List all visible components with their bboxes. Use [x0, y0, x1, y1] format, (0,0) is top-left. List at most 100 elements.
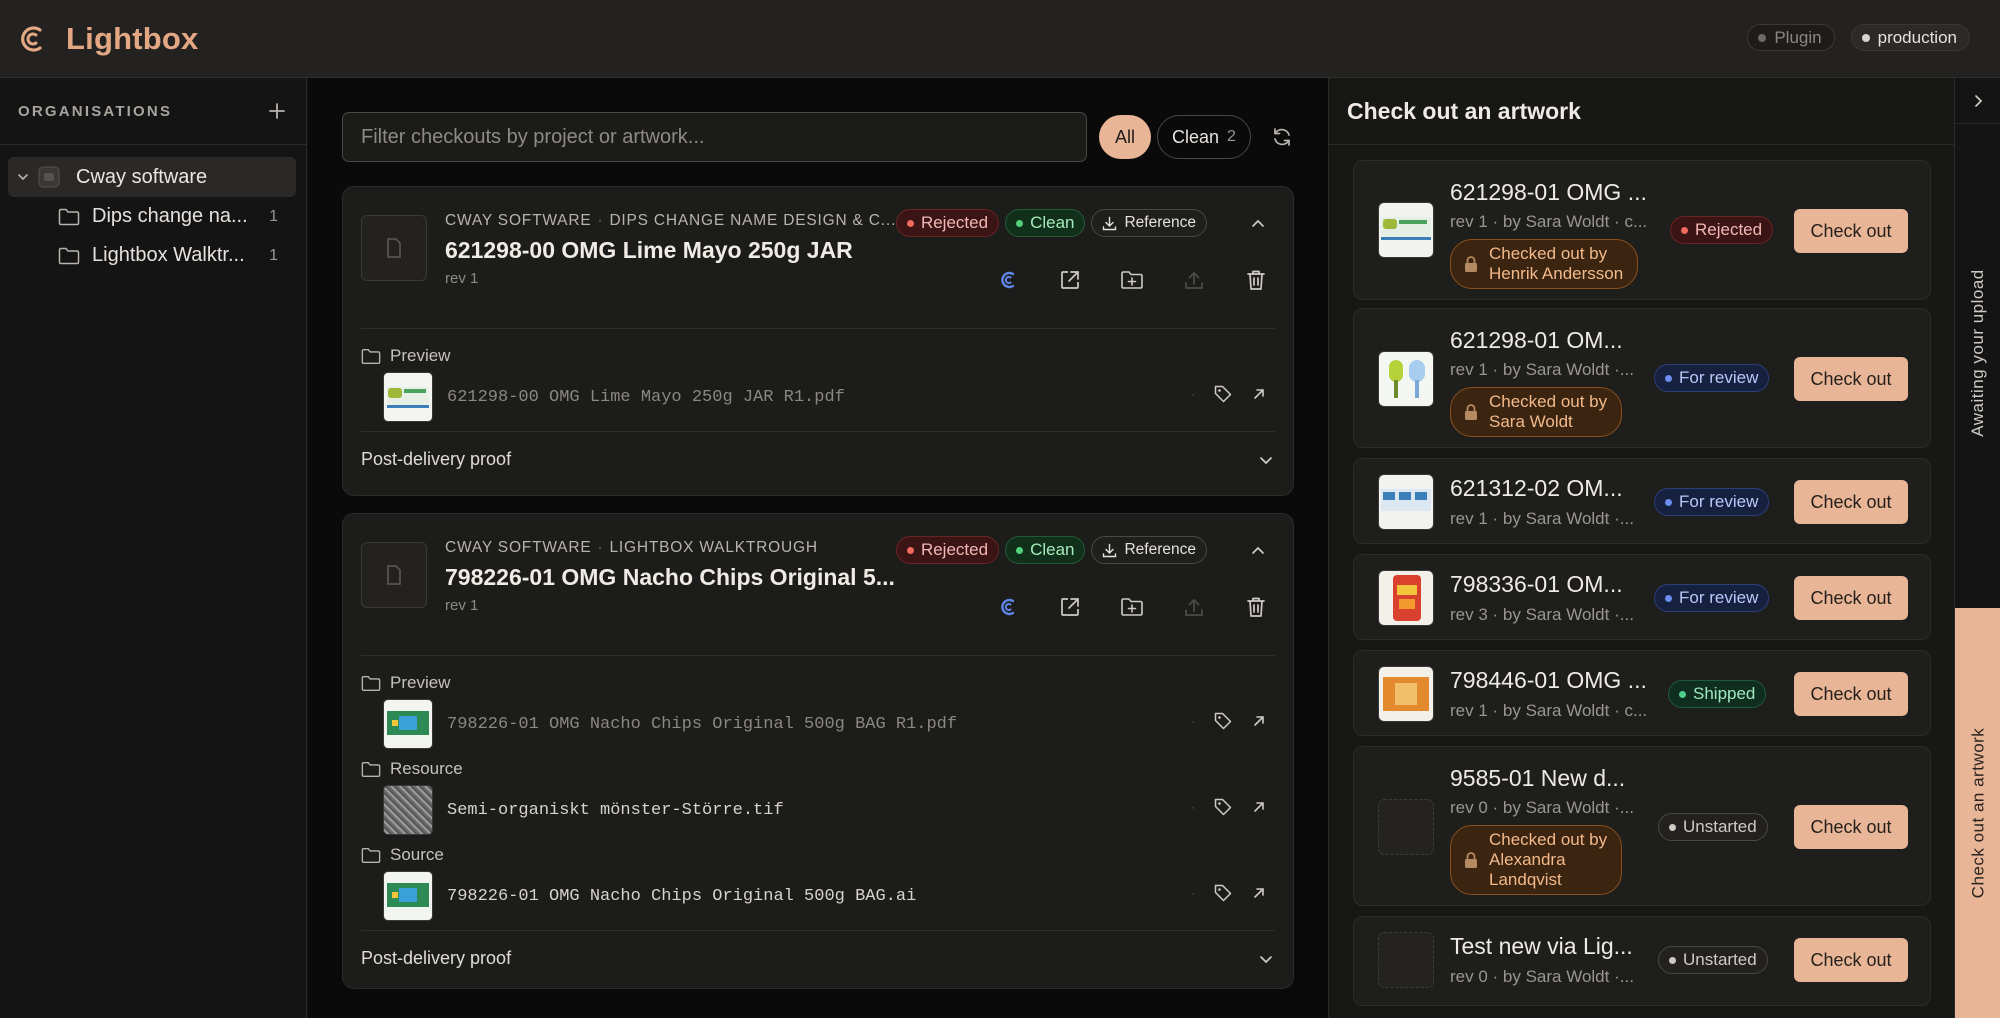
artwork-item[interactable]: 798446-01 OMG ... rev 1 · by Sara Woldt …: [1353, 650, 1931, 736]
panel-title: Check out an artwork: [1329, 78, 1954, 145]
section-label: Resource: [390, 759, 463, 778]
tab-awaiting-upload-label: Awaiting your upload: [1968, 269, 1988, 437]
filter-clean-label: Clean: [1172, 126, 1220, 147]
tab-check-out-artwork-label: Check out an artwork: [1968, 727, 1988, 899]
artwork-item[interactable]: 9585-01 New d... rev 0 · by Sara Woldt ·…: [1353, 746, 1931, 906]
tab-check-out-artwork[interactable]: Check out an artwork: [1955, 608, 2000, 1018]
artwork-item[interactable]: 621298-01 OMG ... rev 1 · by Sara Woldt …: [1353, 160, 1931, 300]
clean-label: Clean: [1030, 213, 1075, 232]
status-badge: Unstarted: [1658, 946, 1768, 974]
open-external-button[interactable]: [1051, 261, 1089, 299]
refresh-button[interactable]: [1271, 126, 1293, 148]
artwork-title: Test new via Lig...: [1450, 933, 1633, 959]
tag-icon[interactable]: [1213, 711, 1233, 731]
chevron-down-icon[interactable]: [16, 170, 30, 184]
reference-button[interactable]: Reference: [1091, 536, 1207, 564]
file-row[interactable]: 798226-01 OMG Nacho Chips Original 500g …: [361, 870, 1275, 922]
artwork-item[interactable]: Test new via Lig... rev 0 · by Sara Wold…: [1353, 916, 1931, 1006]
arrow-up-right-icon[interactable]: [1251, 713, 1267, 729]
post-delivery-proof-toggle[interactable]: Post-delivery proof: [361, 930, 1275, 986]
artwork-title[interactable]: 621298-00 OMG Lime Mayo 250g JAR: [445, 237, 853, 264]
artwork-item[interactable]: 798336-01 OM... rev 3 · by Sara Woldt ·.…: [1353, 554, 1931, 640]
tab-awaiting-upload[interactable]: Awaiting your upload: [1955, 218, 2000, 488]
tag-icon[interactable]: [1213, 797, 1233, 817]
artwork-title[interactable]: 798226-01 OMG Nacho Chips Original 5...: [445, 564, 895, 591]
filter-checkouts-input[interactable]: [342, 112, 1087, 162]
arrow-up-right-icon[interactable]: [1251, 799, 1267, 815]
file-name[interactable]: 798226-01 OMG Nacho Chips Original 500g …: [447, 887, 916, 906]
app-name: Lightbox: [66, 20, 199, 56]
file-row[interactable]: 798226-01 OMG Nacho Chips Original 500g …: [361, 698, 1275, 750]
open-in-lightbox-button[interactable]: [989, 588, 1027, 626]
file-name[interactable]: 621298-00 OMG Lime Mayo 250g JAR R1.pdf: [447, 388, 845, 407]
file-row[interactable]: 621298-00 OMG Lime Mayo 250g JAR R1.pdf …: [361, 371, 1275, 423]
arrow-up-right-icon[interactable]: [1251, 386, 1267, 402]
breadcrumb-project[interactable]: DIPS CHANGE NAME DESIGN & C...: [609, 212, 896, 229]
reference-button[interactable]: Reference: [1091, 209, 1207, 237]
filter-all-button[interactable]: All: [1099, 115, 1152, 159]
filter-clean-button[interactable]: Clean 2: [1157, 115, 1251, 159]
lightbox-logo-icon: [21, 25, 42, 52]
delete-button[interactable]: [1237, 261, 1275, 299]
add-to-folder-button[interactable]: [1113, 261, 1151, 299]
file-icon: [387, 238, 401, 258]
add-to-folder-button[interactable]: [1113, 588, 1151, 626]
artwork-title: 798336-01 OM...: [1450, 571, 1623, 597]
delete-button[interactable]: [1237, 588, 1275, 626]
breadcrumb-org[interactable]: CWAY SOFTWARE: [445, 539, 591, 556]
breadcrumb-org[interactable]: CWAY SOFTWARE: [445, 212, 591, 229]
artwork-meta: rev 1 · by Sara Woldt ·...: [1450, 360, 1634, 379]
status-badge-rejected: Rejected: [895, 209, 1000, 237]
checked-out-badge: Checked out by Sara Woldt: [1450, 387, 1623, 437]
status-label: Rejected: [920, 540, 989, 559]
artwork-meta: rev 3 · by Sara Woldt ·...: [1450, 605, 1634, 624]
section-label: Source: [390, 845, 444, 864]
file-thumbnail: [383, 871, 433, 921]
check-out-button[interactable]: Check out: [1794, 576, 1908, 620]
tree-root-cway-software[interactable]: Cway software: [8, 157, 296, 197]
file-name[interactable]: Semi-organiskt mönster-Större.tif: [447, 801, 784, 820]
plugin-pill[interactable]: Plugin: [1747, 24, 1835, 51]
organisations-sidebar: ORGANISATIONS Cway software Dips change …: [0, 78, 307, 1018]
upload-button[interactable]: [1175, 588, 1213, 626]
check-out-button[interactable]: Check out: [1794, 672, 1908, 716]
add-organisation-icon[interactable]: [268, 102, 286, 120]
upload-button[interactable]: [1175, 261, 1213, 299]
check-out-button[interactable]: Check out: [1794, 805, 1908, 849]
checked-out-label: Checked out by: [1489, 392, 1608, 411]
collapse-card-button[interactable]: [1249, 542, 1267, 560]
check-out-button[interactable]: Check out: [1794, 938, 1908, 982]
artwork-item[interactable]: 621298-01 OM... rev 1 · by Sara Woldt ·.…: [1353, 308, 1931, 448]
artwork-title: 798446-01 OMG ...: [1450, 667, 1647, 693]
app-logo[interactable]: Lightbox: [18, 21, 198, 57]
check-out-button[interactable]: Check out: [1794, 209, 1908, 253]
artwork-thumbnail-placeholder: [361, 542, 427, 608]
collapse-panel-button[interactable]: [1955, 78, 2000, 124]
tree-item-dips-change[interactable]: Dips change na... 1: [0, 197, 306, 236]
arrow-up-right-icon[interactable]: [1251, 885, 1267, 901]
artwork-item[interactable]: 621312-02 OM... rev 1 · by Sara Woldt ·.…: [1353, 458, 1931, 544]
status-badge: Unstarted: [1658, 813, 1768, 841]
organisation-icon: [38, 166, 60, 188]
tag-icon[interactable]: [1213, 883, 1233, 903]
plugin-status-dot: [1758, 33, 1767, 42]
breadcrumb-project[interactable]: LIGHTBOX WALKTROUGH: [609, 539, 817, 556]
collapse-card-button[interactable]: [1249, 215, 1267, 233]
tree-item-lightbox-walktrough[interactable]: Lightbox Walktr... 1: [0, 236, 306, 275]
artwork-thumbnail: [1378, 202, 1434, 258]
open-external-button[interactable]: [1051, 588, 1089, 626]
file-name[interactable]: 798226-01 OMG Nacho Chips Original 500g …: [447, 715, 957, 734]
checkout-card: CWAY SOFTWARE · DIPS CHANGE NAME DESIGN & …: [342, 186, 1294, 496]
tag-icon[interactable]: [1213, 384, 1233, 404]
checkouts-main: All Clean 2 CWAY SOFTWARE·DIPS CHANGE NA…: [308, 78, 1328, 1018]
post-delivery-proof-toggle[interactable]: Post-delivery proof: [361, 431, 1275, 487]
environment-pill[interactable]: production: [1850, 24, 1970, 51]
open-in-lightbox-button[interactable]: [989, 261, 1027, 299]
check-out-button[interactable]: Check out: [1794, 357, 1908, 401]
external-link-icon: [1061, 271, 1079, 289]
filter-all-label: All: [1115, 126, 1136, 147]
folder-icon: [361, 675, 381, 691]
file-row[interactable]: Semi-organiskt mönster-Större.tif ·: [361, 784, 1275, 836]
check-out-button[interactable]: Check out: [1794, 480, 1908, 524]
folder-icon: [361, 761, 381, 777]
